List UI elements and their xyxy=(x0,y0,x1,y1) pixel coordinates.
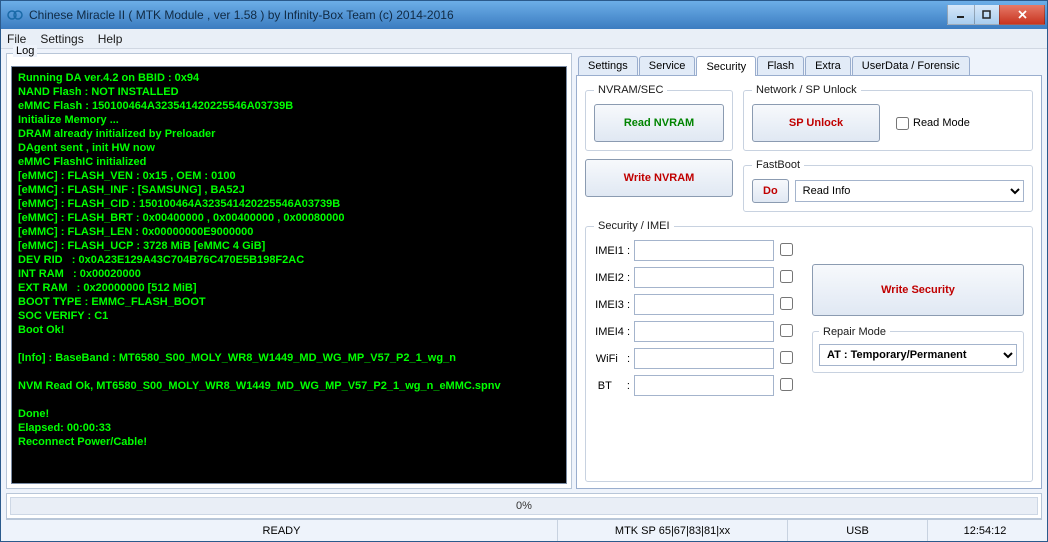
network-legend: Network / SP Unlock xyxy=(752,84,861,96)
security-legend: Security / IMEI xyxy=(594,220,674,232)
imei1-input[interactable] xyxy=(634,240,774,261)
menubar: File Settings Help xyxy=(1,29,1047,49)
repair-mode-select[interactable]: AT : Temporary/Permanent xyxy=(819,344,1017,366)
repair-mode-group: Repair Mode AT : Temporary/Permanent xyxy=(812,326,1024,373)
main-area: Log Running DA ver.4.2 on BBID : 0x94 NA… xyxy=(1,49,1047,541)
network-group: Network / SP Unlock SP Unlock Read Mode xyxy=(743,84,1033,151)
imei3-checkbox[interactable] xyxy=(780,297,793,310)
tab-userdata[interactable]: UserData / Forensic xyxy=(852,56,970,75)
progress-container: 0% xyxy=(6,493,1042,519)
titlebar: Chinese Miracle II ( MTK Module , ver 1.… xyxy=(1,1,1047,29)
tab-body: NVRAM/SEC Read NVRAM Network / SP Unlock… xyxy=(576,75,1042,489)
nvram-group: NVRAM/SEC Read NVRAM xyxy=(585,84,733,151)
imei2-checkbox[interactable] xyxy=(780,270,793,283)
imei3-input[interactable] xyxy=(634,294,774,315)
read-mode-checkbox[interactable] xyxy=(896,117,909,130)
imei2-label: IMEI2 : xyxy=(594,272,634,284)
imei1-label: IMEI1 : xyxy=(594,245,634,257)
read-mode-label: Read Mode xyxy=(913,117,970,129)
close-button[interactable] xyxy=(999,5,1045,25)
fastboot-do-button[interactable]: Do xyxy=(752,179,789,203)
bt-label: BT : xyxy=(594,380,634,392)
security-group: Security / IMEI IMEI1 : Write Security R… xyxy=(585,220,1033,482)
right-panel: Settings Service Security Flash Extra Us… xyxy=(576,53,1042,489)
read-mode-row[interactable]: Read Mode xyxy=(896,117,970,130)
log-textarea[interactable]: Running DA ver.4.2 on BBID : 0x94 NAND F… xyxy=(11,66,567,484)
progress-bar: 0% xyxy=(10,497,1038,515)
imei4-checkbox[interactable] xyxy=(780,324,793,337)
window-title: Chinese Miracle II ( MTK Module , ver 1.… xyxy=(29,8,948,22)
content-row: Log Running DA ver.4.2 on BBID : 0x94 NA… xyxy=(6,53,1042,489)
log-label: Log xyxy=(13,45,37,57)
menu-settings[interactable]: Settings xyxy=(40,32,83,46)
tab-security[interactable]: Security xyxy=(696,56,756,76)
window-controls xyxy=(948,5,1045,25)
app-icon xyxy=(7,7,23,23)
tab-extra[interactable]: Extra xyxy=(805,56,851,75)
wifi-checkbox[interactable] xyxy=(780,351,793,364)
bt-checkbox[interactable] xyxy=(780,378,793,391)
status-time: 12:54:12 xyxy=(928,520,1042,541)
tab-settings[interactable]: Settings xyxy=(578,56,638,75)
maximize-button[interactable] xyxy=(974,5,1000,25)
imei4-label: IMEI4 : xyxy=(594,326,634,338)
imei2-input[interactable] xyxy=(634,267,774,288)
minimize-button[interactable] xyxy=(947,5,975,25)
repair-mode-legend: Repair Mode xyxy=(819,326,890,338)
fastboot-legend: FastBoot xyxy=(752,159,804,171)
tab-flash[interactable]: Flash xyxy=(757,56,804,75)
menu-file[interactable]: File xyxy=(7,32,26,46)
fastboot-group: FastBoot Do Read Info xyxy=(743,159,1033,212)
wifi-input[interactable] xyxy=(634,348,774,369)
menu-help[interactable]: Help xyxy=(98,32,123,46)
statusbar: READY MTK SP 65|67|83|81|xx USB 12:54:12 xyxy=(6,519,1042,541)
imei1-checkbox[interactable] xyxy=(780,243,793,256)
fastboot-select[interactable]: Read Info xyxy=(795,180,1024,202)
bt-input[interactable] xyxy=(634,375,774,396)
wifi-label: WiFi : xyxy=(594,353,634,365)
tab-strip: Settings Service Security Flash Extra Us… xyxy=(576,53,1042,75)
imei3-label: IMEI3 : xyxy=(594,299,634,311)
tab-service[interactable]: Service xyxy=(639,56,696,75)
status-chip: MTK SP 65|67|83|81|xx xyxy=(558,520,788,541)
app-window: Chinese Miracle II ( MTK Module , ver 1.… xyxy=(0,0,1048,542)
read-nvram-button[interactable]: Read NVRAM xyxy=(594,104,724,142)
log-panel: Log Running DA ver.4.2 on BBID : 0x94 NA… xyxy=(6,53,572,489)
status-ready: READY xyxy=(6,520,558,541)
imei4-input[interactable] xyxy=(634,321,774,342)
sp-unlock-button[interactable]: SP Unlock xyxy=(752,104,880,142)
status-conn: USB xyxy=(788,520,928,541)
write-security-button[interactable]: Write Security xyxy=(812,264,1024,316)
nvram-legend: NVRAM/SEC xyxy=(594,84,667,96)
write-nvram-button[interactable]: Write NVRAM xyxy=(585,159,733,197)
